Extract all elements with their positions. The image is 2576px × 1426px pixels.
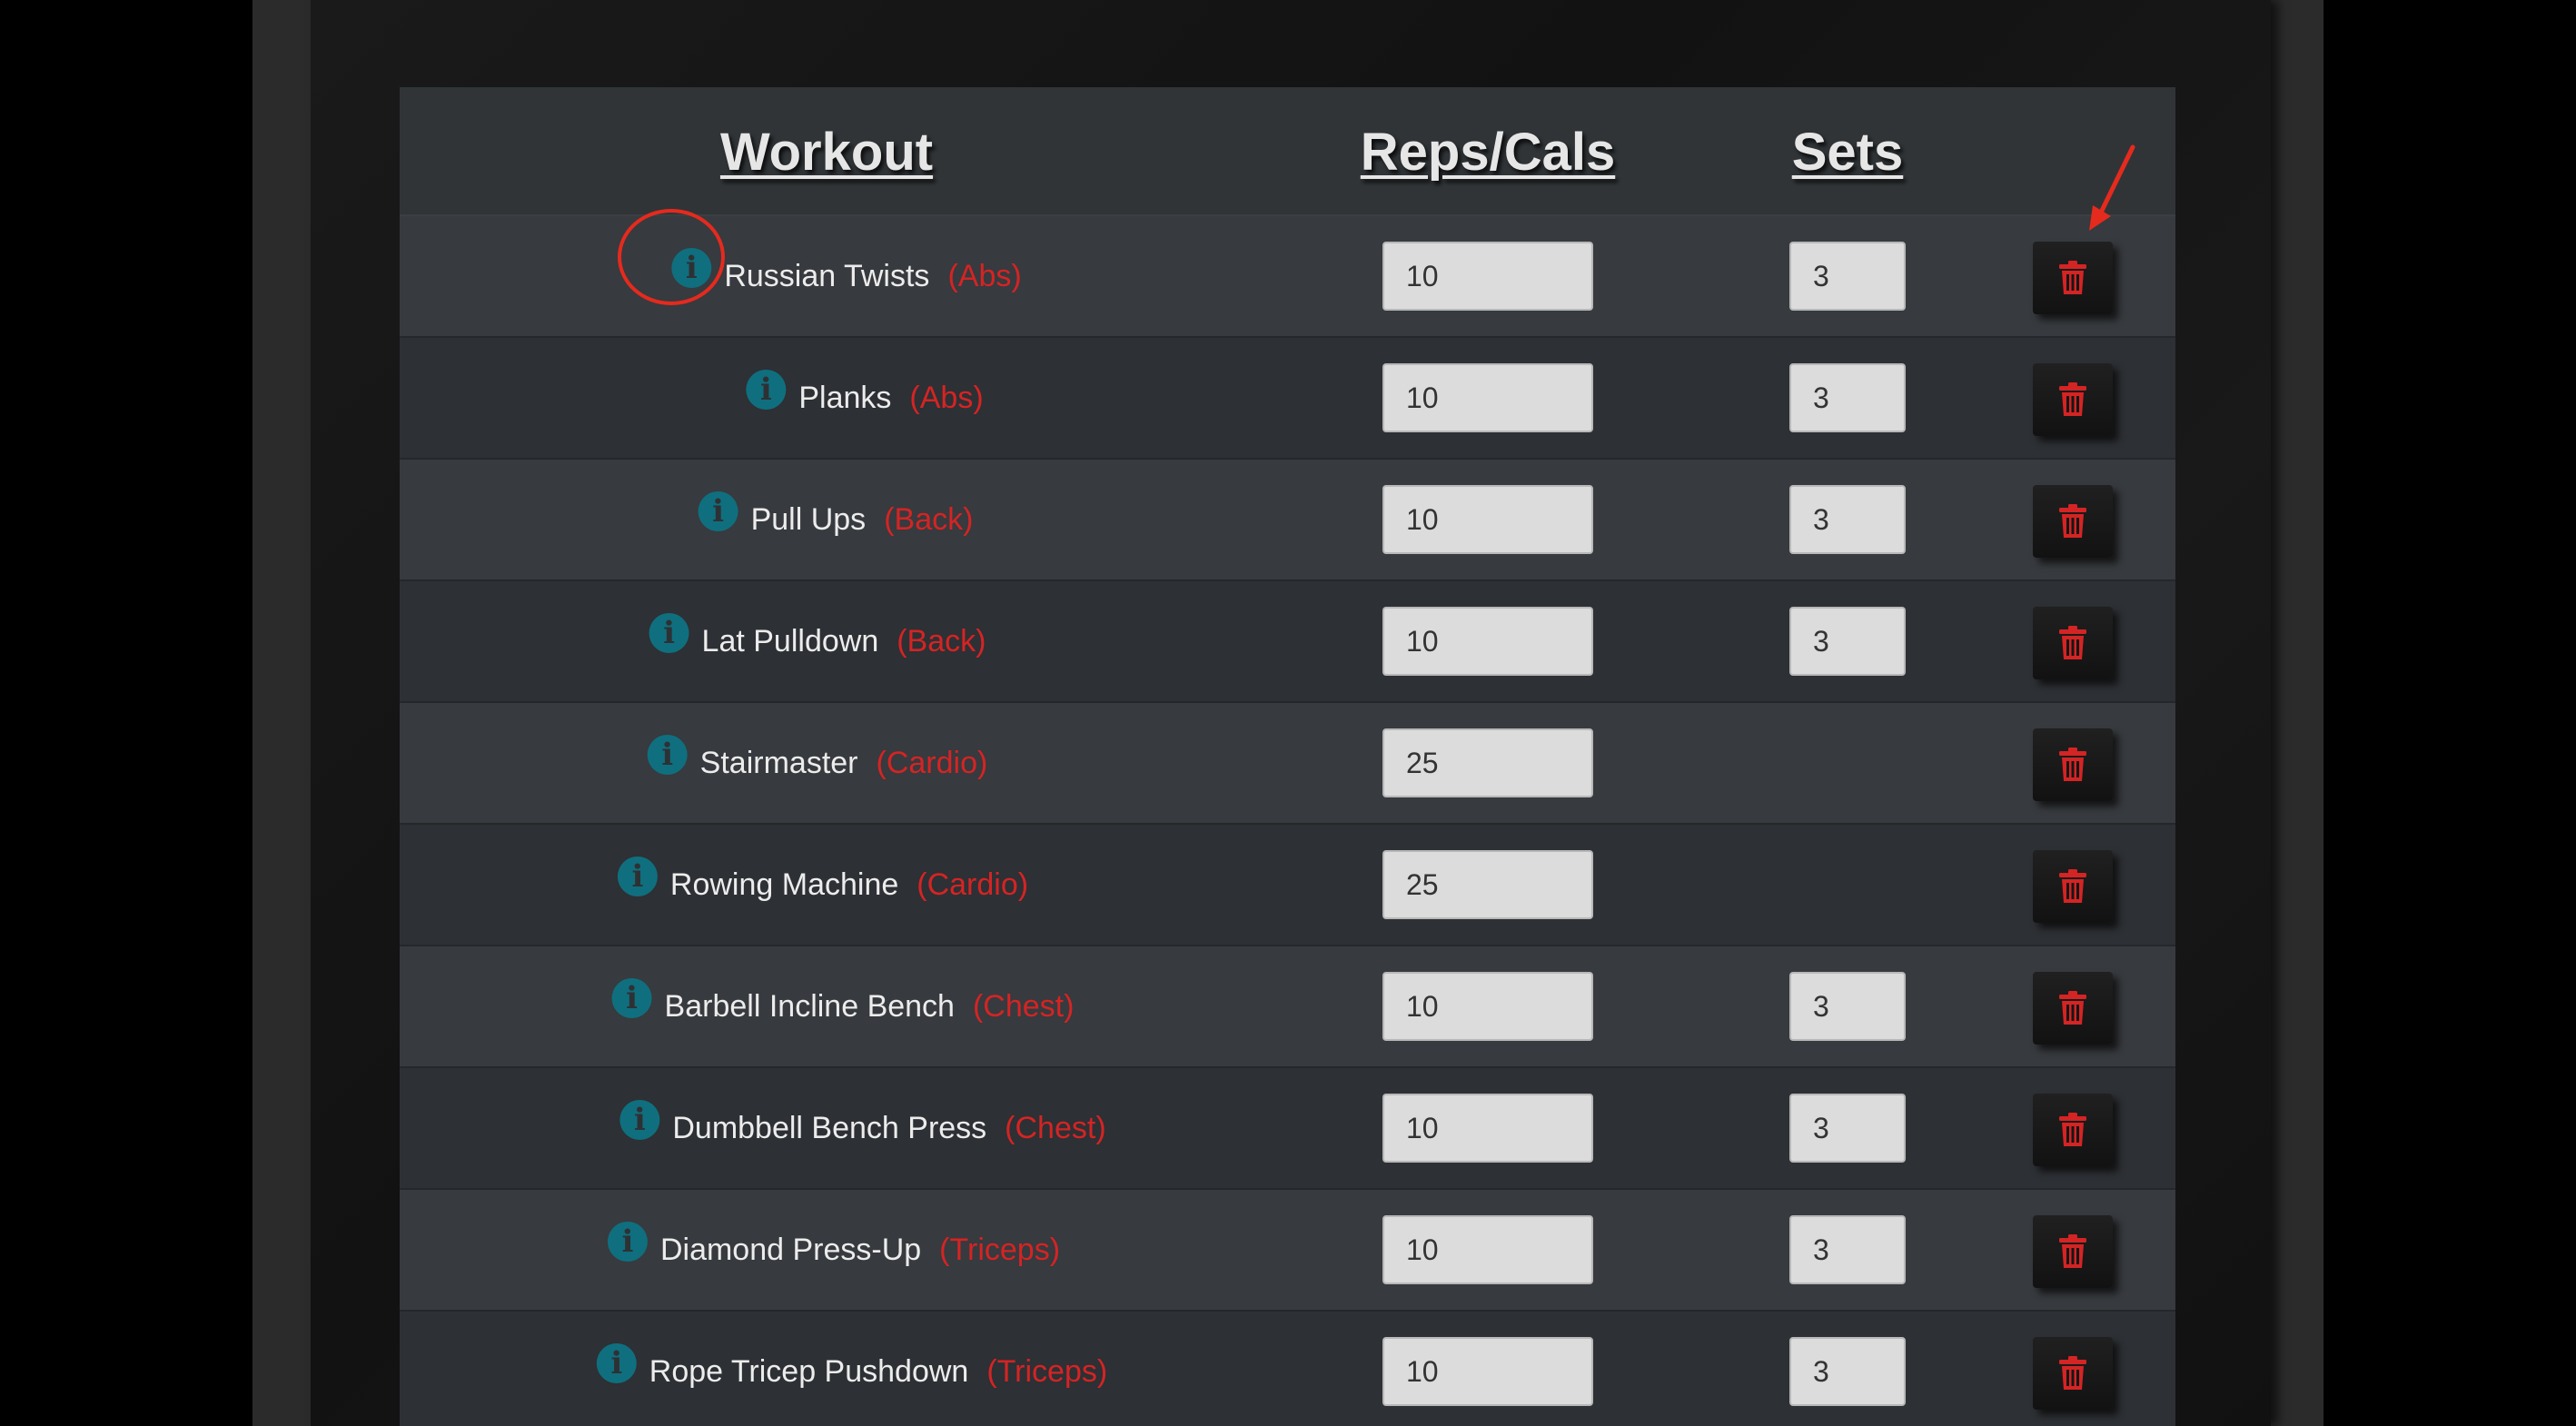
workout-category: (Cardio) [876, 745, 988, 780]
workout-name-cell: i Dumbbell Bench Press (Chest) [619, 1068, 1106, 1188]
sets-input[interactable] [1789, 485, 1906, 554]
header-reps-cals: Reps/Cals [1360, 123, 1616, 182]
workout-name: Rowing Machine [669, 866, 899, 902]
trash-icon [2059, 261, 2086, 294]
info-icon[interactable]: i [596, 1343, 637, 1383]
workout-name: Barbell Incline Bench [664, 988, 955, 1024]
trash-icon [2059, 1356, 2086, 1390]
workout-table: Workout Reps/Cals Sets i Russian Twists (A… [400, 87, 2175, 1426]
info-icon[interactable]: i [698, 491, 738, 531]
sets-input[interactable] [1789, 1337, 1906, 1406]
reps-input[interactable] [1382, 607, 1593, 676]
info-icon[interactable]: i [671, 248, 712, 288]
sets-input[interactable] [1789, 242, 1906, 311]
info-icon[interactable]: i [611, 978, 652, 1018]
workout-category: (Abs) [947, 258, 1022, 293]
workout-category: (Chest) [1005, 1110, 1106, 1145]
info-icon[interactable]: i [617, 857, 658, 896]
info-icon[interactable]: i [647, 735, 688, 775]
workout-category: (Abs) [909, 380, 984, 415]
delete-button[interactable] [2033, 1337, 2113, 1410]
workout-name: Dumbbell Bench Press [672, 1110, 987, 1145]
trash-icon [2059, 991, 2086, 1025]
sets-input[interactable] [1789, 1215, 1906, 1284]
info-icon[interactable]: i [607, 1222, 648, 1262]
delete-button[interactable] [2033, 850, 2113, 923]
table-row: i Dumbbell Bench Press (Chest) [400, 1068, 2175, 1190]
workout-name-cell: i Stairmaster (Cardio) [647, 703, 988, 823]
table-row: i Pull Ups (Back) [400, 460, 2175, 581]
workout-name: Diamond Press-Up [659, 1232, 922, 1267]
table-row: i Rowing Machine (Cardio) [400, 825, 2175, 946]
workout-category: (Back) [884, 501, 974, 537]
header-workout: Workout [719, 123, 934, 182]
reps-input[interactable] [1382, 1094, 1593, 1163]
workout-name: Pull Ups [750, 501, 867, 537]
delete-button[interactable] [2033, 728, 2113, 801]
workout-name-cell: i Rope Tricep Pushdown (Triceps) [596, 1312, 1108, 1426]
workout-name-cell: i Planks (Abs) [746, 338, 984, 458]
workout-name-cell: i Russian Twists (Abs) [671, 216, 1022, 336]
delete-button[interactable] [2033, 485, 2113, 558]
workout-name: Lat Pulldown [701, 623, 879, 659]
workout-name: Stairmaster [699, 745, 858, 780]
workout-name-cell: i Lat Pulldown (Back) [649, 581, 986, 701]
workout-name-cell: i Diamond Press-Up (Triceps) [607, 1190, 1061, 1310]
workout-category: (Cardio) [916, 866, 1029, 902]
delete-button[interactable] [2033, 242, 2113, 314]
sets-input[interactable] [1789, 1094, 1906, 1163]
delete-button[interactable] [2033, 1094, 2113, 1166]
trash-icon [2059, 748, 2086, 781]
table-row: i Planks (Abs) [400, 338, 2175, 460]
table-header-row: Workout Reps/Cals Sets [400, 87, 2175, 216]
workout-name-cell: i Barbell Incline Bench (Chest) [611, 946, 1075, 1066]
workout-name-cell: i Pull Ups (Back) [698, 460, 974, 579]
trash-icon [2059, 1234, 2086, 1268]
info-icon[interactable]: i [649, 613, 689, 653]
delete-button[interactable] [2033, 972, 2113, 1045]
workout-name: Planks [798, 380, 892, 415]
workout-category: (Back) [897, 623, 986, 659]
trash-icon [2059, 382, 2086, 416]
delete-button[interactable] [2033, 607, 2113, 679]
table-row: i Russian Twists (Abs) [400, 216, 2175, 338]
reps-input[interactable] [1382, 485, 1593, 554]
workout-category: (Chest) [972, 988, 1075, 1024]
delete-button[interactable] [2033, 1215, 2113, 1288]
reps-input[interactable] [1382, 242, 1593, 311]
reps-input[interactable] [1382, 1337, 1593, 1406]
workout-category: (Triceps) [939, 1232, 1061, 1267]
sets-input[interactable] [1789, 607, 1906, 676]
reps-input[interactable] [1382, 1215, 1593, 1284]
trash-icon [2059, 1113, 2086, 1146]
delete-button[interactable] [2033, 363, 2113, 436]
reps-input[interactable] [1382, 728, 1593, 797]
workout-name: Rope Tricep Pushdown [649, 1353, 969, 1389]
sets-input[interactable] [1789, 363, 1906, 432]
info-icon[interactable]: i [619, 1100, 660, 1140]
sets-input[interactable] [1789, 972, 1906, 1041]
header-sets: Sets [1791, 123, 1904, 182]
table-row: i Stairmaster (Cardio) [400, 703, 2175, 825]
workout-name: Russian Twists [724, 258, 930, 293]
workout-category: (Triceps) [986, 1353, 1108, 1389]
table-row: i Lat Pulldown (Back) [400, 581, 2175, 703]
info-icon[interactable]: i [746, 370, 787, 410]
trash-icon [2059, 626, 2086, 659]
table-row: i Rope Tricep Pushdown (Triceps) [400, 1312, 2175, 1426]
reps-input[interactable] [1382, 972, 1593, 1041]
reps-input[interactable] [1382, 850, 1593, 919]
table-row: i Diamond Press-Up (Triceps) [400, 1190, 2175, 1312]
workout-name-cell: i Rowing Machine (Cardio) [617, 825, 1029, 945]
table-row: i Barbell Incline Bench (Chest) [400, 946, 2175, 1068]
trash-icon [2059, 504, 2086, 538]
reps-input[interactable] [1382, 363, 1593, 432]
trash-icon [2059, 869, 2086, 903]
